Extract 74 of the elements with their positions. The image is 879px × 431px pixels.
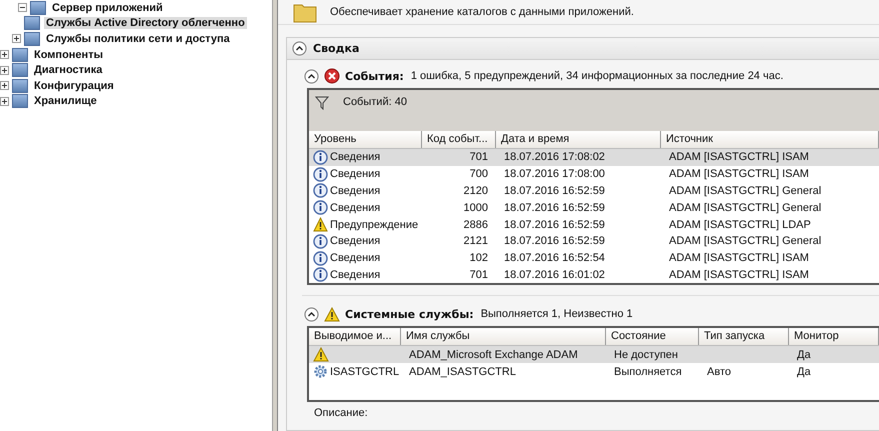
tree-item[interactable]: Компоненты xyxy=(32,48,105,61)
event-count: Событий: 40 xyxy=(343,96,407,108)
table-cell-text: Выполняется xyxy=(613,366,683,378)
table-cell-text: 18.07.2016 16:52:59 xyxy=(503,235,606,248)
event-row[interactable]: Сведения 701 18.07.2016 17:08:02 ADAM [ISASTGCTRL] ISAM xyxy=(309,149,879,166)
event-row[interactable]: Сведения 700 18.07.2016 17:08:00 ADAM [ISASTGCTRL] ISAM xyxy=(309,166,879,183)
table-cell: Сведения xyxy=(330,268,380,281)
column-header[interactable]: Тип запуска xyxy=(699,328,789,346)
service-row[interactable]: ADAM_Microsoft Exchange ADAM Не доступен Да xyxy=(309,346,879,364)
event-row[interactable]: Сведения 1000 18.07.2016 16:52:59 ADAM [ISASTGCTRL] General xyxy=(309,199,879,216)
table-cell-text: 701 xyxy=(468,151,489,164)
table-cell-text: 18.07.2016 17:08:02 xyxy=(503,151,606,164)
table-cell-text: 18.07.2016 16:01:02 xyxy=(503,268,606,281)
table-cell: Сведения xyxy=(330,202,380,214)
section-title: События: xyxy=(345,70,404,82)
table-cell-text: 1000 xyxy=(462,202,489,214)
events-summary: 1 ошибка, 5 предупреждений, 34 информационных за последние 24 час. xyxy=(410,70,784,82)
tree-item[interactable]: Диагностика xyxy=(32,64,104,76)
table-cell-text: Да xyxy=(796,366,812,378)
table-cell-text: Не доступен xyxy=(613,348,679,361)
event-row[interactable]: Сведения 2121 18.07.2016 16:52:59 ADAM [ISASTGCTRL] General xyxy=(309,232,879,250)
column-header[interactable]: Код событ... xyxy=(422,131,496,148)
table-cell-text: 102 xyxy=(468,252,489,264)
table-cell-text: 18.07.2016 16:52:59 xyxy=(503,218,606,231)
tree-item[interactable]: Конфигурация xyxy=(32,80,116,92)
table-cell: Предупреждение xyxy=(330,218,418,231)
table-cell-text: ADAM_Microsoft Exchange ADAM xyxy=(408,348,579,361)
table-cell: Авто xyxy=(707,366,731,378)
column-header[interactable]: Имя службы xyxy=(401,328,606,346)
table-cell-text: ADAM [ISASTGCTRL] General xyxy=(668,235,822,248)
table-cell-text: Да xyxy=(796,348,812,361)
table-cell-text: 700 xyxy=(468,168,489,180)
event-row[interactable]: Сведения 102 18.07.2016 16:52:54 ADAM [ISASTGCTRL] ISAM xyxy=(309,250,879,267)
table-cell-text: ADAM [ISASTGCTRL] ISAM xyxy=(668,151,810,164)
table-cell-text: 2121 xyxy=(462,235,489,248)
column-header[interactable]: Источник xyxy=(661,131,879,148)
section-title: Сводка xyxy=(313,42,360,55)
tree-item[interactable]: Сервер приложений xyxy=(50,2,165,14)
table-cell-text: 2120 xyxy=(462,184,489,197)
tree-item[interactable]: Службы политики сети и доступа xyxy=(44,32,232,45)
column-header[interactable]: Уровень xyxy=(309,131,422,148)
table-cell-text: 18.07.2016 16:52:59 xyxy=(503,202,606,214)
description-text: Обеспечивает хранение каталогов с данными приложений. xyxy=(330,6,634,18)
table-cell-text: ADAM_ISASTGCTRL xyxy=(408,366,517,378)
table-cell-text: ADAM [ISASTGCTRL] General xyxy=(668,184,822,197)
table-cell-text: ADAM [ISASTGCTRL] LDAP xyxy=(668,218,812,231)
tree-item[interactable]: Службы Active Directory облегченно xyxy=(44,17,247,30)
event-row[interactable]: Предупреждение 2886 18.07.2016 16:52:59 ADAM [ISASTGCTRL] LDAP xyxy=(309,216,879,233)
column-header[interactable]: Состояние xyxy=(606,328,699,346)
tree-item[interactable]: Хранилище xyxy=(32,95,99,108)
table-cell-text: ADAM [ISASTGCTRL] ISAM xyxy=(668,252,810,264)
service-row[interactable]: ISASTGCTRL ADAM_ISASTGCTRL Выполняется Авто Да xyxy=(309,363,879,380)
table-cell-text: ADAM [ISASTGCTRL] General xyxy=(668,202,822,214)
event-row[interactable]: Сведения 2120 18.07.2016 16:52:59 ADAM [ISASTGCTRL] General xyxy=(309,182,879,200)
column-header[interactable]: Дата и время xyxy=(496,131,661,148)
table-cell-text: 18.07.2016 17:08:00 xyxy=(503,168,606,180)
table-cell-text: 18.07.2016 16:52:59 xyxy=(503,184,606,197)
event-row[interactable]: Сведения 701 18.07.2016 16:01:02 ADAM [ISASTGCTRL] ISAM xyxy=(309,266,879,284)
table-cell: Сведения xyxy=(330,151,380,164)
description-label: Описание: xyxy=(313,406,369,419)
table-cell-text: 701 xyxy=(468,268,489,281)
column-header[interactable]: Монитор xyxy=(789,328,879,346)
table-cell: Сведения xyxy=(330,184,380,197)
section-title: Системные службы: xyxy=(345,308,474,321)
table-cell-text: 18.07.2016 16:52:54 xyxy=(503,252,606,264)
table-cell-text: ADAM [ISASTGCTRL] ISAM xyxy=(668,268,810,281)
table-cell: Сведения xyxy=(330,252,380,264)
services-summary: Выполняется 1, Неизвестно 1 xyxy=(480,308,633,320)
table-cell-text: 2886 xyxy=(462,218,489,231)
table-cell-text: ADAM [ISASTGCTRL] ISAM xyxy=(668,168,810,180)
table-cell: Сведения xyxy=(330,235,380,248)
table-cell: Сведения xyxy=(330,168,380,180)
column-header[interactable]: Выводимое и... xyxy=(309,328,401,346)
table-cell: ISASTGCTRL xyxy=(330,366,400,378)
